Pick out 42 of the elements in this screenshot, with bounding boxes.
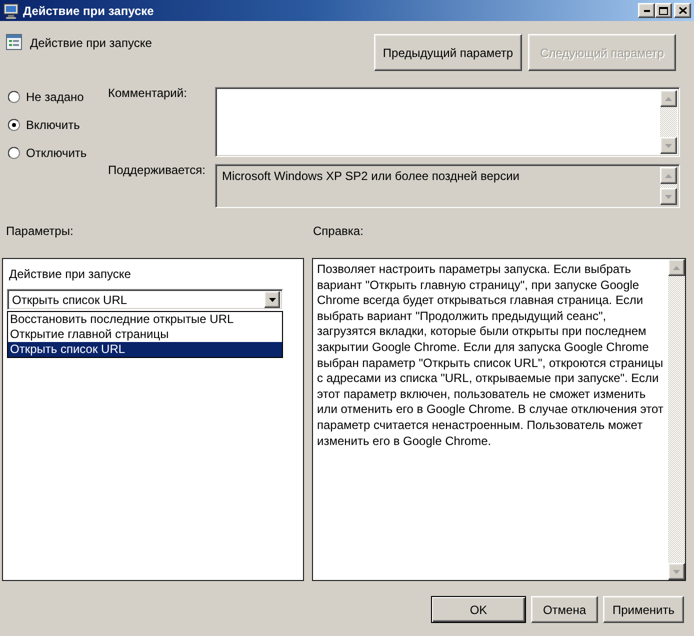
dropdown-button[interactable] — [264, 291, 280, 308]
help-text: Позволяет настроить параметры запуска. Если выбрать вариант "Открыть главную страницу", при запуске Google Chrome всегда будет открываться главная страница. Если выбрать вариант "Продолжить предыдущий сеанс", загрузятся вкладки, которые были открыты при последнем закрытии Google Chrome. Если для запуска Google Chrome выбран параметр "Открыть список URL", откроются страницы с адресами из списка "URL, открываемые при запуске". Если этот параметр включен, пользователь не сможет изменить или отменить его в Google Chrome. В случае отключения этот параметр считается ненастроенным. Пользователь может изменить его в Google Chrome. — [316, 261, 664, 450]
comment-field[interactable] — [215, 87, 680, 157]
nav-button[interactable]: Предыдущий параметр — [374, 34, 522, 71]
scrollbar-track[interactable] — [660, 184, 677, 188]
window-list-icon — [6, 34, 22, 50]
comment-label: Комментарий: — [108, 86, 188, 100]
down-arrow-icon — [665, 144, 672, 148]
supported-text: Microsoft Windows XP SP2 или более поздней версии — [221, 168, 520, 185]
caret-icon — [268, 298, 276, 302]
dialog-button[interactable]: OK — [431, 596, 526, 623]
minimize-icon — [644, 10, 650, 12]
up-arrow-icon — [673, 266, 680, 270]
combo-box[interactable]: Открыть список URL — [7, 289, 283, 310]
supported-label: Поддерживается: — [108, 163, 206, 177]
minimize-button[interactable] — [638, 3, 655, 18]
scroll-up-button[interactable] — [668, 259, 685, 276]
policy-name: Действие при запуске — [30, 35, 152, 50]
computer-icon — [3, 2, 19, 18]
down-arrow-icon — [673, 570, 680, 574]
scroll-down-button[interactable] — [660, 188, 677, 205]
radio-option[interactable]: Не задано — [6, 87, 84, 107]
dialog-button[interactable]: Применить — [603, 596, 684, 623]
setting-label: Действие при запуске — [8, 267, 131, 281]
scroll-up-button[interactable] — [660, 167, 677, 184]
dialog-button[interactable]: Отмена — [531, 596, 598, 623]
scroll-down-button[interactable] — [668, 563, 685, 580]
close-icon — [678, 7, 686, 14]
window-title: Действие при запуске — [23, 4, 155, 18]
radio-option[interactable]: Включить — [6, 115, 80, 135]
options-label: Параметры: — [5, 224, 74, 238]
dropdown-option[interactable]: Открыть список URL — [8, 342, 282, 357]
up-arrow-icon — [665, 174, 672, 178]
close-button[interactable] — [674, 3, 691, 18]
up-arrow-icon — [665, 96, 672, 100]
down-arrow-icon — [665, 194, 672, 198]
help-label: Справка: — [312, 224, 364, 238]
maximize-icon — [659, 6, 668, 14]
maximize-button[interactable] — [655, 3, 672, 18]
scroll-up-button[interactable] — [660, 90, 677, 107]
radio-option[interactable]: Отключить — [6, 143, 87, 163]
scroll-down-button[interactable] — [660, 137, 677, 154]
